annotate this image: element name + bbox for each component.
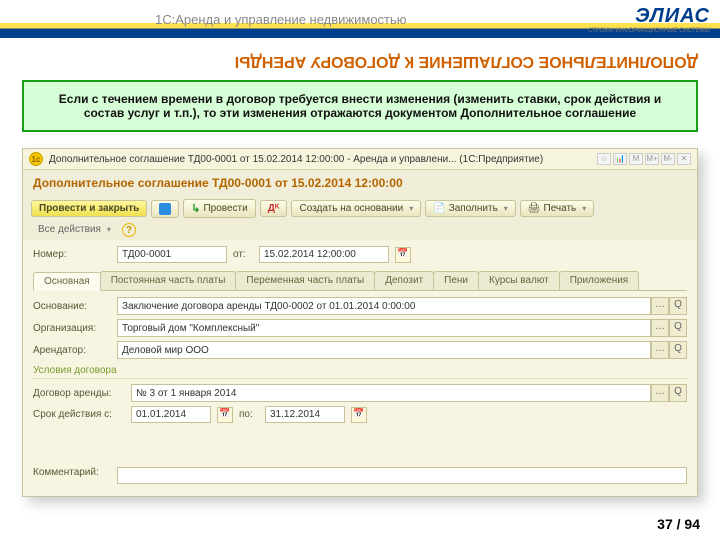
all-actions-button[interactable]: Все действия <box>31 222 118 237</box>
tab-attach[interactable]: Приложения <box>559 271 640 290</box>
save-button[interactable] <box>151 200 179 218</box>
tenant-label: Арендатор: <box>33 345 111 356</box>
window-title: Дополнительное соглашение ТД00-0001 от 1… <box>49 154 597 165</box>
post-icon: ↳ <box>191 202 200 215</box>
comment-label: Комментарий: <box>33 467 111 478</box>
contract-input[interactable] <box>131 384 651 402</box>
post-close-button[interactable]: Провести и закрыть <box>31 200 147 217</box>
to-label: по: <box>239 409 259 420</box>
date-from-input[interactable] <box>131 406 211 423</box>
tab-peni[interactable]: Пени <box>433 271 479 290</box>
create-based-button[interactable]: Создать на основании <box>291 200 421 217</box>
dek-icon: Дᴷ <box>268 203 280 214</box>
ellipsis-icon[interactable]: … <box>651 319 669 337</box>
toolbar: Провести и закрыть ↳Провести Дᴷ Создать … <box>23 196 697 240</box>
print-icon: 🖨 <box>528 203 541 214</box>
tenant-input[interactable] <box>117 341 651 359</box>
window-tools: ☆ 📊 M M+ M- ✕ <box>597 153 691 165</box>
form-body: Номер: от: 📅 Основная Постоянная часть п… <box>23 240 697 496</box>
open-icon[interactable]: Q <box>669 384 687 402</box>
ellipsis-icon[interactable]: … <box>651 384 669 402</box>
basis-label: Основание: <box>33 301 111 312</box>
print-button[interactable]: 🖨Печать <box>520 200 594 217</box>
date-to-input[interactable] <box>265 406 345 423</box>
tab-var[interactable]: Переменная часть платы <box>235 271 375 290</box>
app-subtitle: 1С:Аренда и управление недвижимостью <box>155 12 407 27</box>
number-input[interactable] <box>117 246 227 263</box>
from-label: от: <box>233 249 253 260</box>
window-titlebar: 1c Дополнительное соглашение ТД00-0001 о… <box>23 149 697 170</box>
tab-main[interactable]: Основная <box>33 272 101 291</box>
calendar-icon[interactable]: 📅 <box>217 407 233 423</box>
basis-input[interactable] <box>117 297 651 315</box>
logo: ЭЛИАС СТРОИМ ИНФОРМАЦИОННЫЕ СИСТЕМЫ <box>588 5 710 34</box>
calendar-icon[interactable]: 📅 <box>395 247 411 263</box>
m-minus-icon[interactable]: M- <box>661 153 675 165</box>
tab-rates[interactable]: Курсы валют <box>478 271 560 290</box>
fav-icon[interactable]: ☆ <box>597 153 611 165</box>
open-icon[interactable]: Q <box>669 341 687 359</box>
app-window: 1c Дополнительное соглашение ТД00-0001 о… <box>22 148 698 497</box>
fill-button[interactable]: 📄Заполнить <box>425 200 516 217</box>
number-label: Номер: <box>33 249 111 260</box>
app-icon: 1c <box>29 152 43 166</box>
slide-header: 1С:Аренда и управление недвижимостью ЭЛИ… <box>0 0 720 38</box>
org-label: Организация: <box>33 323 111 334</box>
tab-const[interactable]: Постоянная часть платы <box>100 271 237 290</box>
m-plus-icon[interactable]: M+ <box>645 153 659 165</box>
contract-label: Договор аренды: <box>33 388 125 399</box>
validity-label: Срок действия с: <box>33 409 125 420</box>
ellipsis-icon[interactable]: … <box>651 297 669 315</box>
comment-input[interactable] <box>117 467 687 484</box>
intro-text: Если с течением времени в договор требуе… <box>22 80 698 132</box>
org-input[interactable] <box>117 319 651 337</box>
ellipsis-icon[interactable]: … <box>651 341 669 359</box>
open-icon[interactable]: Q <box>669 297 687 315</box>
page-number: 37 / 94 <box>657 516 700 532</box>
calendar-icon[interactable]: 📅 <box>351 407 367 423</box>
calc-icon[interactable]: 📊 <box>613 153 627 165</box>
m-icon[interactable]: M <box>629 153 643 165</box>
tab-deposit[interactable]: Депозит <box>374 271 434 290</box>
post-button[interactable]: ↳Провести <box>183 199 255 218</box>
date-input[interactable] <box>259 246 389 263</box>
dek-button[interactable]: Дᴷ <box>260 200 288 217</box>
close-icon[interactable]: ✕ <box>677 153 691 165</box>
slide-title: ДОПОЛНИТЕЛЬНОЕ СОГЛАШЕНИЕ К ДОГОВОРУ АРЕ… <box>22 52 698 70</box>
doc-title: Дополнительное соглашение ТД00-0001 от 1… <box>23 170 697 196</box>
save-icon <box>159 203 171 215</box>
tabs: Основная Постоянная часть платы Переменн… <box>33 271 687 291</box>
section-contract-terms: Условия договора <box>33 361 687 379</box>
help-icon[interactable]: ? <box>122 223 136 237</box>
open-icon[interactable]: Q <box>669 319 687 337</box>
